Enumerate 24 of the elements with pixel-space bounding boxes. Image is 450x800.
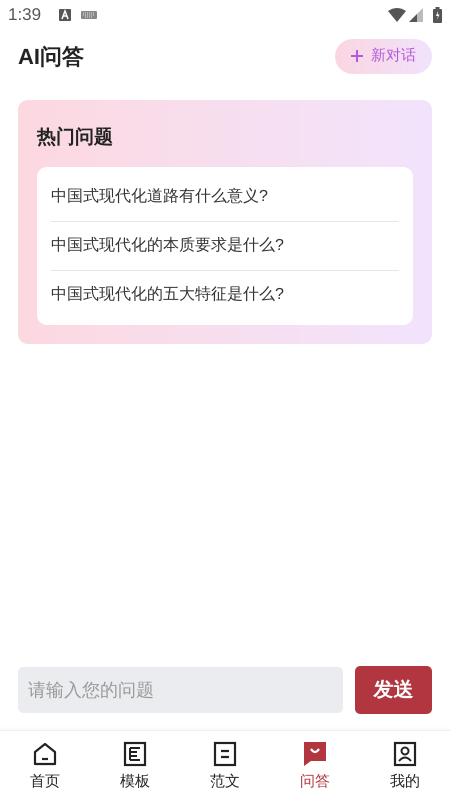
keyboard-icon: [81, 11, 98, 19]
home-icon: [32, 741, 58, 768]
status-time: 1:39: [8, 4, 42, 26]
tab-item[interactable]: 首页: [0, 731, 90, 800]
battery-icon: [433, 7, 442, 23]
question-item[interactable]: 中国式现代化的本质要求是什么?: [51, 222, 399, 270]
question-input[interactable]: 请输入您的问题: [18, 667, 343, 713]
page-title: AI问答: [18, 42, 84, 70]
tab-item[interactable]: 范文: [180, 731, 270, 800]
plus-icon: [351, 50, 363, 62]
signal-icon: [409, 8, 423, 22]
question-item[interactable]: 中国式现代化的五大特征是什么?: [51, 270, 399, 318]
document-icon: [212, 741, 238, 768]
send-button[interactable]: 发送: [355, 666, 432, 714]
font-icon: [59, 9, 72, 21]
tab-item[interactable]: 问答: [270, 731, 360, 800]
list-icon: [122, 741, 148, 768]
profile-icon: [392, 741, 418, 768]
wifi-icon: [388, 8, 406, 22]
question-item[interactable]: 中国式现代化道路有什么意义?: [51, 172, 399, 222]
tab-item[interactable]: 模板: [90, 731, 180, 800]
chat-icon: [302, 741, 328, 768]
card-title: 热门问题: [37, 126, 114, 150]
tab-item[interactable]: 我的: [360, 731, 450, 800]
